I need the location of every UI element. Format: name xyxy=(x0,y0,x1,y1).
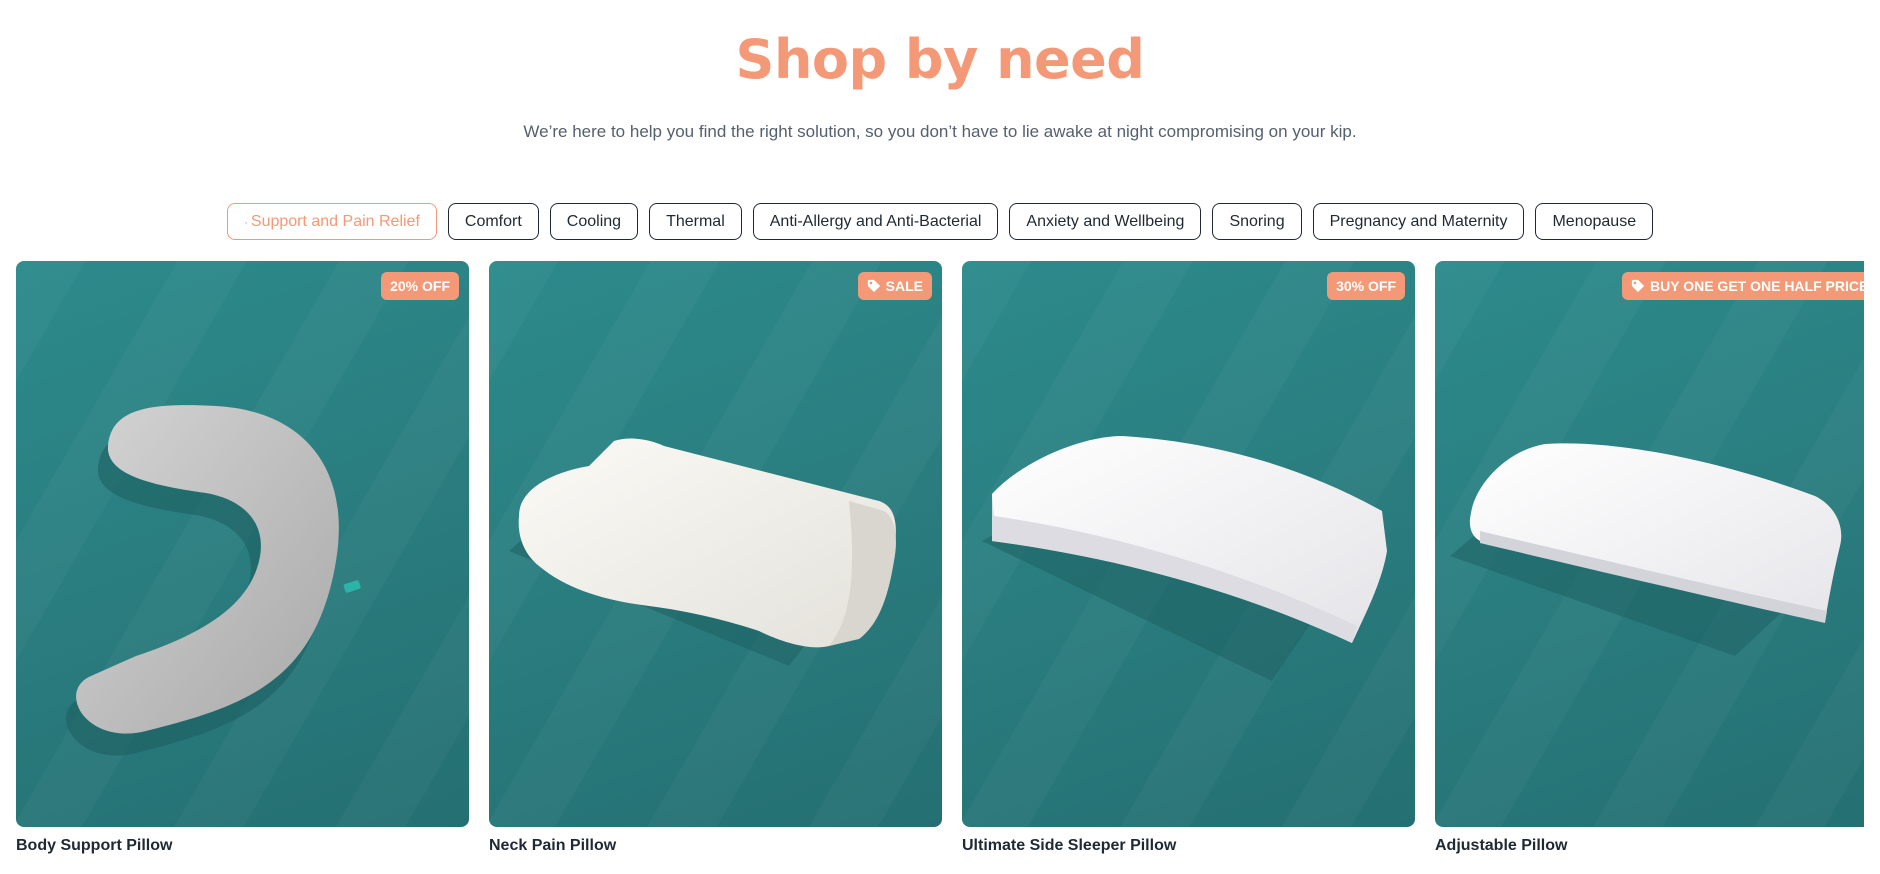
product-image[interactable]: BUY ONE GET ONE HALF PRICE xyxy=(1435,261,1864,827)
filter-chip-label: Pregnancy and Maternity xyxy=(1329,212,1508,230)
filter-chip-comfort[interactable]: Comfort xyxy=(447,203,539,240)
product-name[interactable]: Body Support Pillow xyxy=(16,837,469,855)
badge-label: 30% OFF xyxy=(1336,278,1396,294)
filter-chip-snoring[interactable]: Snoring xyxy=(1212,203,1302,240)
side-sleeper-pillow-image xyxy=(982,436,1387,681)
product-carousel: 20% OFF Body Support Pillow SALE Neck Pa… xyxy=(16,261,1864,874)
filter-chip-menopause[interactable]: Menopause xyxy=(1535,203,1654,240)
page-subtitle: We’re here to help you find the right so… xyxy=(523,122,1357,141)
product-image[interactable]: SALE xyxy=(489,261,942,827)
filter-chip-anxiety-wellbeing[interactable]: Anxiety and Wellbeing xyxy=(1009,203,1202,240)
filter-chip-label: Thermal xyxy=(666,212,725,230)
filter-chip-thermal[interactable]: Thermal xyxy=(649,203,742,240)
body-support-pillow-image xyxy=(66,405,361,756)
filter-chip-label: Anti-Allergy and Anti-Bacterial xyxy=(769,212,982,230)
active-dot-icon: · xyxy=(243,214,248,229)
tag-icon xyxy=(867,279,880,293)
promo-badge: BUY ONE GET ONE HALF PRICE xyxy=(1622,272,1864,300)
discount-badge: 30% OFF xyxy=(1327,272,1405,300)
product-card-side-sleeper-pillow[interactable]: 30% OFF Ultimate Side Sleeper Pillow xyxy=(962,261,1415,855)
filter-chip-support-and-pain-relief[interactable]: · Support and Pain Relief xyxy=(226,203,437,240)
badge-label: 20% OFF xyxy=(390,278,450,294)
sale-badge: SALE xyxy=(857,272,932,300)
filter-chip-cooling[interactable]: Cooling xyxy=(549,203,639,240)
product-name[interactable]: Neck Pain Pillow xyxy=(489,837,942,855)
product-image[interactable]: 30% OFF xyxy=(962,261,1415,827)
tag-icon xyxy=(1631,279,1645,293)
filter-chip-label: Snoring xyxy=(1229,212,1285,230)
filter-chip-label: Support and Pain Relief xyxy=(250,212,420,230)
discount-badge: 20% OFF xyxy=(381,272,459,300)
filter-chip-label: Menopause xyxy=(1552,212,1637,230)
filter-chip-pregnancy-maternity[interactable]: Pregnancy and Maternity xyxy=(1312,203,1525,240)
page-title: Shop by need xyxy=(735,28,1145,91)
product-image[interactable]: 20% OFF xyxy=(16,261,469,827)
product-card-adjustable-pillow[interactable]: BUY ONE GET ONE HALF PRICE Adjustable Pi… xyxy=(1435,261,1864,855)
need-filter-bar: · Support and Pain Relief Comfort Coolin… xyxy=(0,203,1880,240)
filter-chip-label: Anxiety and Wellbeing xyxy=(1026,212,1185,230)
neck-pain-pillow-image xyxy=(509,438,896,666)
product-name[interactable]: Ultimate Side Sleeper Pillow xyxy=(962,837,1415,855)
product-card-body-support-pillow[interactable]: 20% OFF Body Support Pillow xyxy=(16,261,469,855)
product-name[interactable]: Adjustable Pillow xyxy=(1435,837,1864,855)
product-card-neck-pain-pillow[interactable]: SALE Neck Pain Pillow xyxy=(489,261,942,855)
adjustable-pillow-image xyxy=(1450,443,1842,656)
filter-chip-anti-allergy[interactable]: Anti-Allergy and Anti-Bacterial xyxy=(752,203,999,240)
filter-chip-label: Cooling xyxy=(566,212,622,230)
badge-label: BUY ONE GET ONE HALF PRICE xyxy=(1650,278,1864,294)
badge-label: SALE xyxy=(885,278,923,294)
filter-chip-label: Comfort xyxy=(464,212,522,230)
